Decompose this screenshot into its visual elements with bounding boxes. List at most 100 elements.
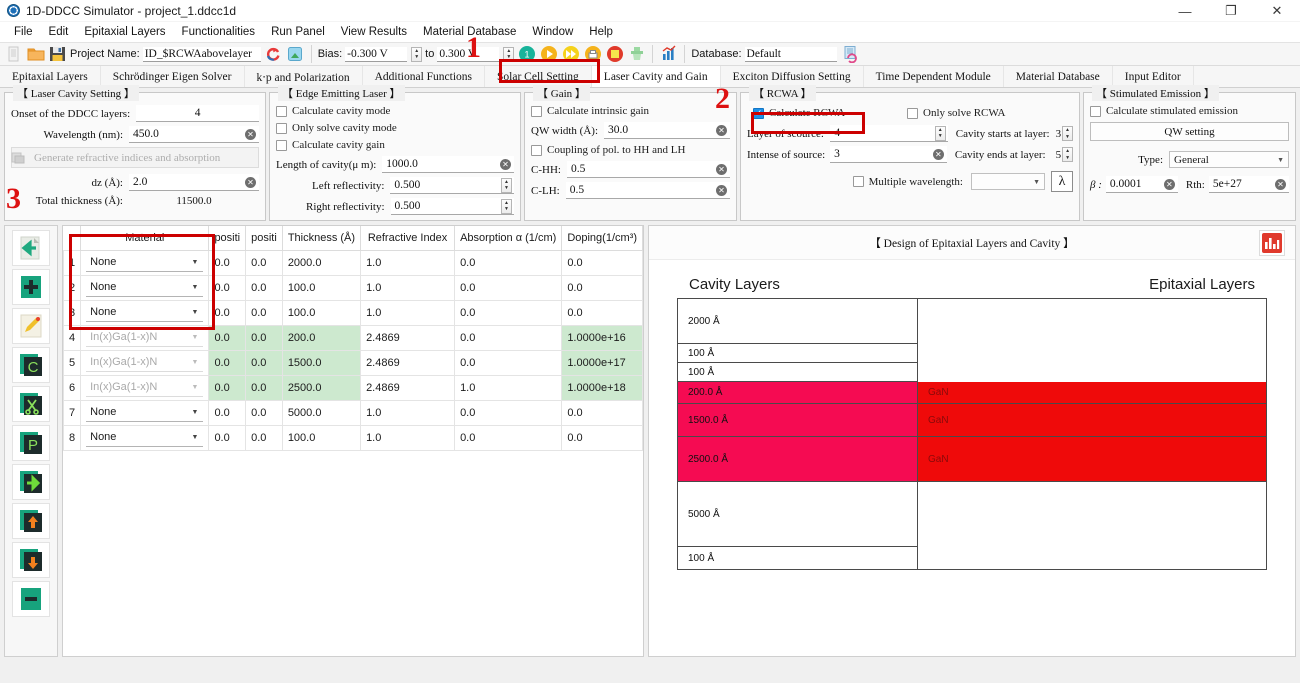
cell-absorption[interactable]: 0.0 — [454, 249, 563, 276]
menu-item-run-panel[interactable]: Run Panel — [263, 24, 333, 40]
left-reflectivity-input[interactable]: 0.500 ▲ ▼ — [390, 177, 514, 194]
cell-position-1[interactable]: 0.0 — [208, 324, 247, 351]
new-file-icon[interactable] — [4, 45, 23, 64]
cell-position-1[interactable]: 0.0 — [208, 249, 247, 276]
only-solve-cavity-mode-row[interactable]: Only solve cavity mode — [276, 122, 514, 134]
menu-item-help[interactable]: Help — [581, 24, 621, 40]
only-solve-rcwa-row[interactable]: Only solve RCWA — [907, 107, 1006, 119]
cell-doping[interactable]: 0.0 — [561, 249, 643, 276]
cell-position-2[interactable]: 0.0 — [245, 374, 283, 401]
cell-material[interactable]: In(x)Ga(1-x)N ▼ — [80, 349, 210, 376]
clh-input[interactable]: 0.5 ✕ — [565, 182, 730, 199]
tab-epitaxial-layers[interactable]: Epitaxial Layers — [0, 66, 101, 87]
multiple-wavelength-checkbox[interactable] — [852, 176, 864, 187]
project-name-input[interactable] — [142, 46, 261, 62]
cell-position-2[interactable]: 0.0 — [245, 299, 283, 326]
table-row[interactable]: 8 None ▼ 0.0 0.0 100.0 1.0 0.0 0.0 — [63, 424, 643, 451]
material-select[interactable]: None ▼ — [86, 278, 204, 297]
bar-chart-icon[interactable] — [1259, 230, 1285, 256]
cell-position-2[interactable]: 0.0 — [245, 324, 283, 351]
cell-thickness[interactable]: 2000.0 — [281, 249, 362, 276]
cell-doping[interactable]: 0.0 — [561, 274, 643, 301]
close-button[interactable]: ✕ — [1254, 0, 1300, 22]
cell-absorption[interactable]: 0.0 — [454, 399, 563, 426]
tab-additional-functions[interactable]: Additional Functions — [363, 66, 486, 87]
calculate-cavity-gain-row[interactable]: Calculate cavity gain — [276, 139, 514, 151]
cell-doping[interactable]: 0.0 — [561, 424, 643, 451]
cell-doping[interactable]: 0.0 — [561, 299, 643, 326]
cell-material[interactable]: None ▼ — [80, 399, 210, 426]
calculate-intrinsic-gain-checkbox[interactable] — [531, 105, 542, 117]
cell-material[interactable]: In(x)Ga(1-x)N ▼ — [80, 374, 210, 401]
clear-icon[interactable]: ✕ — [245, 177, 256, 188]
cell-refractive-index[interactable]: 1.0 — [360, 249, 456, 276]
refresh-icon[interactable] — [264, 45, 283, 64]
minimize-button[interactable]: — — [1162, 0, 1208, 22]
cell-material[interactable]: None ▼ — [80, 249, 210, 276]
cell-refractive-index[interactable]: 1.0 — [360, 424, 456, 451]
tab-solar-cell-setting[interactable]: Solar Cell Setting — [485, 66, 592, 87]
calculate-rcwa-row[interactable]: Calculate RCWA — [747, 107, 907, 119]
right-reflectivity-input[interactable]: 0.500 ▲ ▼ — [390, 198, 514, 215]
tab-input-editor[interactable]: Input Editor — [1113, 66, 1194, 87]
calculate-rcwa-checkbox[interactable] — [753, 107, 764, 119]
clear-icon[interactable]: ✕ — [1275, 179, 1286, 190]
material-select[interactable]: None ▼ — [86, 253, 204, 272]
run-all-icon[interactable] — [561, 45, 580, 64]
move-up-icon[interactable] — [12, 503, 50, 539]
tab-exciton-diffusion-setting[interactable]: Exciton Diffusion Setting — [721, 66, 864, 87]
material-select[interactable]: In(x)Ga(1-x)N ▼ — [86, 353, 204, 372]
column-header-material[interactable]: Material — [80, 226, 210, 251]
lambda-button[interactable]: λ — [1051, 171, 1073, 192]
copy-layer-icon[interactable]: C — [12, 347, 50, 383]
qw-setting-button[interactable]: QW setting — [1090, 122, 1289, 141]
column-header-position-1[interactable]: positi — [208, 226, 247, 251]
cell-refractive-index[interactable]: 1.0 — [360, 299, 456, 326]
run-icon[interactable] — [539, 45, 558, 64]
tab-material-database[interactable]: Material Database — [1004, 66, 1113, 87]
rth-input[interactable]: 5e+27 ✕ — [1208, 176, 1289, 193]
table-row[interactable]: 4 In(x)Ga(1-x)N ▼ 0.0 0.0 200.0 2.4869 0.0 1.000… — [63, 324, 643, 351]
cell-material[interactable]: None ▼ — [80, 299, 210, 326]
clear-icon[interactable]: ✕ — [716, 185, 727, 196]
cell-thickness[interactable]: 2500.0 — [281, 374, 362, 401]
clear-icon[interactable]: ✕ — [716, 125, 727, 136]
right-reflectivity-spinner[interactable]: ▲ ▼ — [501, 199, 512, 214]
delete-layer-icon[interactable] — [12, 581, 50, 617]
length-of-cavity-input[interactable]: 1000.0 ✕ — [382, 156, 514, 173]
column-header-thickness[interactable]: Thickness (Å) — [281, 226, 362, 251]
cell-absorption[interactable]: 0.0 — [454, 424, 563, 451]
cell-position-1[interactable]: 0.0 — [208, 374, 247, 401]
database-refresh-icon[interactable] — [840, 45, 859, 64]
tab-time-dependent-module[interactable]: Time Dependent Module — [864, 66, 1004, 87]
results-chart-icon[interactable] — [659, 45, 678, 64]
type-select[interactable]: General ▼ — [1169, 151, 1289, 168]
cell-doping[interactable]: 0.0 — [561, 399, 643, 426]
cell-refractive-index[interactable]: 2.4869 — [360, 374, 456, 401]
bias-to-spinner[interactable]: ▲ ▼ — [503, 46, 515, 62]
cell-position-2[interactable]: 0.0 — [245, 274, 283, 301]
wavelength-input[interactable]: 450.0 ✕ — [129, 126, 259, 143]
cell-position-1[interactable]: 0.0 — [208, 349, 247, 376]
qw-width-input[interactable]: 30.0 ✕ — [604, 122, 730, 139]
cell-absorption[interactable]: 1.0 — [454, 374, 563, 401]
cell-thickness[interactable]: 100.0 — [281, 274, 362, 301]
cell-position-2[interactable]: 0.0 — [245, 249, 283, 276]
cell-refractive-index[interactable]: 1.0 — [360, 274, 456, 301]
cell-position-2[interactable]: 0.0 — [245, 399, 283, 426]
layer-table-container[interactable]: Material positi positi Thickness (Å) Ref… — [62, 225, 644, 657]
chh-input[interactable]: 0.5 ✕ — [566, 161, 730, 178]
cut-layer-icon[interactable] — [12, 386, 50, 422]
cavity-ends-spinner[interactable]: ▲ ▼ — [1062, 147, 1074, 162]
cell-position-1[interactable]: 0.0 — [208, 399, 247, 426]
menu-item-view-results[interactable]: View Results — [333, 24, 415, 40]
tab-laser-cavity-and-gain[interactable]: Laser Cavity and Gain — [591, 66, 721, 87]
cell-refractive-index[interactable]: 2.4869 — [360, 349, 456, 376]
calculate-cavity-gain-checkbox[interactable] — [276, 139, 287, 151]
insert-layer-icon[interactable] — [12, 464, 50, 500]
cavity-starts-spinner[interactable]: ▲ ▼ — [1062, 126, 1073, 141]
beta-input[interactable]: 0.0001 ✕ — [1105, 176, 1178, 193]
table-row[interactable]: 7 None ▼ 0.0 0.0 5000.0 1.0 0.0 0.0 — [63, 399, 643, 426]
dz-input[interactable]: 2.0 ✕ — [129, 174, 259, 191]
cell-thickness[interactable]: 100.0 — [281, 299, 362, 326]
